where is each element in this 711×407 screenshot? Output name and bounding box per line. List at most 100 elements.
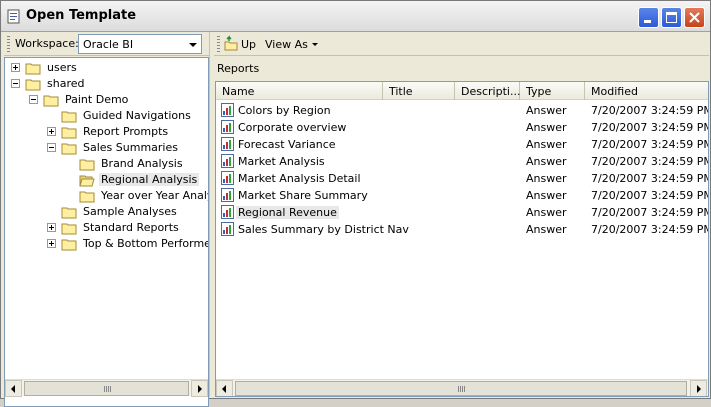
expand-icon[interactable] bbox=[47, 223, 56, 232]
column-header-name[interactable]: Name bbox=[216, 82, 383, 100]
workspace-bar: Workspace: Oracle BI bbox=[4, 32, 209, 56]
report-name: Sales Summary by District Nav bbox=[238, 223, 409, 236]
list-item[interactable]: Corporate overview Answer 7/20/2007 3:24… bbox=[216, 119, 708, 136]
collapse-icon[interactable] bbox=[47, 143, 56, 152]
document-icon bbox=[7, 9, 20, 24]
report-name: Market Analysis Detail bbox=[238, 172, 361, 185]
grip-icon bbox=[458, 386, 465, 392]
folder-icon bbox=[61, 111, 77, 123]
tree-item-label: Brand Analysis bbox=[101, 157, 183, 170]
toolbar-grip[interactable] bbox=[7, 36, 10, 52]
collapse-icon[interactable] bbox=[11, 79, 20, 88]
minimize-button[interactable] bbox=[638, 7, 659, 28]
close-icon bbox=[689, 12, 700, 23]
column-header-type[interactable]: Type bbox=[520, 82, 585, 100]
toolbar-grip[interactable] bbox=[217, 36, 220, 52]
tree-item-label: Regional Analysis bbox=[99, 173, 200, 186]
report-modified: 7/20/2007 3:24:59 PM bbox=[591, 206, 709, 219]
scroll-thumb[interactable] bbox=[235, 381, 687, 396]
scroll-right-button[interactable] bbox=[690, 380, 707, 396]
folder-icon bbox=[61, 127, 77, 139]
scroll-right-button[interactable] bbox=[191, 380, 208, 397]
folder-pane: Workspace: Oracle BI users shared Paint … bbox=[4, 32, 209, 407]
report-name: Regional Revenue bbox=[236, 206, 339, 219]
close-button[interactable] bbox=[684, 7, 705, 28]
tree-item-label: Sales Summaries bbox=[83, 141, 178, 154]
report-type: Answer bbox=[526, 189, 567, 202]
report-name: Market Analysis bbox=[238, 155, 325, 168]
list-item[interactable]: Forecast Variance Answer 7/20/2007 3:24:… bbox=[216, 136, 708, 153]
tree-item-label: Sample Analyses bbox=[83, 205, 177, 218]
report-type: Answer bbox=[526, 138, 567, 151]
column-label: Name bbox=[222, 85, 255, 98]
report-type: Answer bbox=[526, 206, 567, 219]
list-item[interactable]: Colors by Region Answer 7/20/2007 3:24:5… bbox=[216, 102, 708, 119]
collapse-icon[interactable] bbox=[29, 95, 38, 104]
list-item[interactable]: Market Analysis Answer 7/20/2007 3:24:59… bbox=[216, 153, 708, 170]
folder-icon bbox=[79, 191, 95, 203]
report-name: Market Share Summary bbox=[238, 189, 368, 202]
tree-item-label: Guided Navigations bbox=[83, 109, 191, 122]
report-icon bbox=[221, 120, 234, 134]
column-header-description[interactable]: Descripti... bbox=[455, 82, 520, 100]
chevron-down-icon bbox=[311, 43, 318, 46]
title-bar[interactable]: Open Template bbox=[1, 1, 710, 32]
report-icon bbox=[221, 188, 234, 202]
column-headers: Name Title Descripti... Type Modified bbox=[216, 82, 708, 100]
scroll-thumb[interactable] bbox=[24, 381, 189, 396]
view-as-button[interactable]: View As bbox=[265, 38, 318, 51]
column-label: Modified bbox=[591, 85, 638, 98]
list-item[interactable]: Market Analysis Detail Answer 7/20/2007 … bbox=[216, 170, 708, 187]
minimize-icon bbox=[644, 20, 651, 23]
report-type: Answer bbox=[526, 121, 567, 134]
report-name: Forecast Variance bbox=[238, 138, 336, 151]
reports-pane: Up View As Reports Name Title Descripti.… bbox=[214, 32, 709, 397]
reports-list[interactable]: Name Title Descripti... Type Modified Co… bbox=[215, 81, 709, 397]
folder-icon bbox=[61, 207, 77, 219]
report-icon bbox=[221, 222, 234, 236]
report-type: Answer bbox=[526, 104, 567, 117]
column-header-modified[interactable]: Modified bbox=[585, 82, 708, 100]
column-label: Descripti... bbox=[461, 85, 521, 98]
window-title: Open Template bbox=[26, 8, 137, 23]
tree-item-label: users bbox=[47, 61, 77, 74]
up-label: Up bbox=[241, 38, 257, 51]
tree-item-label: shared bbox=[47, 77, 85, 90]
report-modified: 7/20/2007 3:24:59 PM bbox=[591, 138, 709, 151]
scroll-left-button[interactable] bbox=[5, 380, 22, 397]
chevron-down-icon[interactable] bbox=[189, 43, 197, 47]
tree-item-label: Standard Reports bbox=[83, 221, 179, 234]
expand-icon[interactable] bbox=[47, 127, 56, 136]
column-header-title[interactable]: Title bbox=[383, 82, 455, 100]
workspace-label: Workspace: bbox=[15, 37, 79, 50]
workspace-select[interactable]: Oracle BI bbox=[78, 34, 202, 54]
tree-horizontal-scrollbar[interactable] bbox=[5, 379, 208, 397]
folder-icon bbox=[25, 63, 41, 75]
report-icon bbox=[221, 137, 234, 151]
report-type: Answer bbox=[526, 172, 567, 185]
folder-tree[interactable]: users shared Paint Demo Guided Navigatio… bbox=[4, 57, 209, 407]
report-icon bbox=[221, 154, 234, 168]
chevron-left-icon bbox=[222, 385, 226, 393]
list-item[interactable]: Market Share Summary Answer 7/20/2007 3:… bbox=[216, 187, 708, 204]
list-item[interactable]: Sales Summary by District Nav Answer 7/2… bbox=[216, 221, 708, 238]
reports-toolbar: Up View As bbox=[214, 32, 709, 56]
folder-icon bbox=[61, 143, 77, 155]
report-modified: 7/20/2007 3:24:59 PM bbox=[591, 155, 709, 168]
list-item-selected[interactable]: Regional Revenue Answer 7/20/2007 3:24:5… bbox=[216, 204, 708, 221]
scroll-left-button[interactable] bbox=[216, 380, 233, 396]
report-modified: 7/20/2007 3:24:59 PM bbox=[591, 223, 709, 236]
report-type: Answer bbox=[526, 155, 567, 168]
report-type: Answer bbox=[526, 223, 567, 236]
tree-item-label: Paint Demo bbox=[65, 93, 129, 106]
expand-icon[interactable] bbox=[11, 63, 20, 72]
tree-item-label: Top & Bottom Performers bbox=[83, 237, 209, 250]
column-label: Title bbox=[389, 85, 413, 98]
expand-icon[interactable] bbox=[47, 239, 56, 248]
open-template-dialog: Open Template Workspace: Oracle BI users… bbox=[0, 0, 711, 407]
list-horizontal-scrollbar[interactable] bbox=[216, 379, 708, 396]
maximize-button[interactable] bbox=[661, 7, 682, 28]
folder-icon bbox=[43, 95, 59, 107]
report-modified: 7/20/2007 3:24:59 PM bbox=[591, 189, 709, 202]
folder-icon bbox=[25, 79, 41, 91]
